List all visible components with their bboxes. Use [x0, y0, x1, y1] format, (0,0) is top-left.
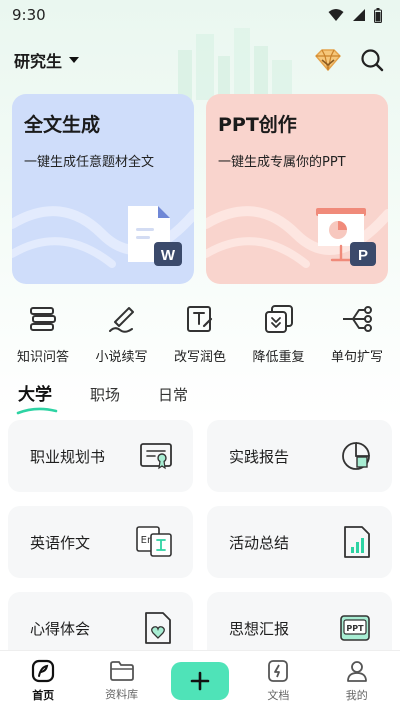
folder-icon	[109, 661, 134, 681]
grade-selector[interactable]: 研究生	[14, 48, 80, 72]
template-practice-report[interactable]: 实践报告	[207, 420, 392, 492]
tab-daily[interactable]: 日常	[158, 384, 188, 413]
feature-cards: 全文生成 一键生成任意题材全文 W PPT创作 一键生成专属你的PPT P	[12, 94, 388, 284]
template-label: 思想汇报	[229, 619, 290, 638]
books-icon	[30, 307, 56, 331]
tool-label: 降低重复	[252, 350, 305, 365]
nav-label: 文档	[267, 689, 290, 702]
tool-label: 知识问答	[16, 350, 69, 365]
word-badge-letter: W	[161, 247, 176, 264]
status-bar: 9:30	[0, 0, 400, 30]
card-subtitle: 一键生成专属你的PPT	[218, 155, 346, 170]
user-icon	[346, 661, 367, 682]
template-label: 活动总结	[229, 533, 290, 552]
wifi-icon	[328, 9, 344, 21]
nav-create[interactable]	[168, 662, 232, 700]
card-subtitle: 一键生成任意题材全文	[24, 155, 155, 170]
tool-label: 小说续写	[95, 350, 148, 365]
certificate-icon	[140, 443, 172, 470]
tab-label: 职场	[90, 386, 121, 404]
tool-rewrite-polish[interactable]: 改写润色	[163, 302, 237, 372]
home-icon	[32, 659, 55, 683]
word-document-icon: W	[128, 206, 182, 266]
tool-knowledge-qa[interactable]: 知识问答	[6, 302, 80, 372]
nav-label: 我的	[345, 689, 368, 702]
tool-label: 改写润色	[173, 350, 226, 365]
bottom-navigation: 首页 资料库 文档 我的	[0, 650, 400, 711]
category-tabs: 大学 职场 日常	[16, 380, 188, 415]
nav-home[interactable]: 首页	[11, 659, 75, 703]
plus-icon	[190, 671, 210, 691]
tool-sentence-expand[interactable]: 单句扩写	[320, 302, 394, 372]
translate-icon: En	[136, 526, 172, 557]
reduce-duplicate-icon	[264, 305, 293, 333]
battery-icon	[374, 7, 382, 23]
nav-docs[interactable]: 文档	[246, 659, 310, 703]
top-header: 研究生	[0, 42, 400, 78]
pen-icon	[108, 307, 134, 333]
heart-doc-icon	[145, 612, 171, 644]
signal-icon	[353, 9, 365, 21]
header-actions	[314, 48, 384, 72]
nav-label: 首页	[32, 689, 55, 702]
active-tab-underline	[16, 407, 58, 415]
template-grid: 职业规划书 实践报告 英语作文 En 活动总结 心得体会 思想汇报 PPT	[8, 420, 392, 664]
ppt-badge-letter: P	[358, 247, 368, 264]
template-label: 实践报告	[229, 447, 290, 466]
tab-label: 日常	[158, 386, 189, 404]
expand-icon	[343, 306, 372, 332]
full-text-generation-card[interactable]: 全文生成 一键生成任意题材全文 W	[12, 94, 194, 284]
tab-university[interactable]: 大学	[16, 380, 58, 415]
diamond-vip-icon[interactable]	[314, 48, 342, 72]
tab-label: 大学	[18, 385, 52, 405]
template-career-plan[interactable]: 职业规划书	[8, 420, 193, 492]
template-label: 心得体会	[30, 619, 91, 638]
nav-mine[interactable]: 我的	[325, 659, 389, 703]
tab-workplace[interactable]: 职场	[90, 384, 120, 413]
ppt-icon: PPT	[340, 615, 370, 641]
grade-label: 研究生	[14, 52, 63, 71]
document-lightning-icon	[268, 660, 289, 682]
ppt-creation-card[interactable]: PPT创作 一键生成专属你的PPT P	[206, 94, 388, 284]
nav-label: 资料库	[105, 688, 139, 701]
status-time: 9:30	[12, 6, 46, 24]
nav-library[interactable]: 资料库	[90, 660, 154, 702]
template-english-essay[interactable]: 英语作文 En	[8, 506, 193, 578]
presentation-board-icon: P	[316, 208, 376, 266]
template-activity-summary[interactable]: 活动总结	[207, 506, 392, 578]
ppt-icon-text: PPT	[346, 624, 364, 633]
template-label: 职业规划书	[30, 447, 106, 466]
create-button[interactable]	[170, 662, 229, 700]
status-icons	[328, 7, 382, 23]
tool-reduce-duplicate[interactable]: 降低重复	[242, 302, 316, 372]
tools-row: 知识问答 小说续写 改写润色 降低重复 单句扩写	[0, 302, 400, 372]
tool-novel-continue[interactable]: 小说续写	[85, 302, 159, 372]
bar-doc-icon	[344, 526, 370, 558]
tool-label: 单句扩写	[330, 350, 383, 365]
text-edit-icon	[187, 306, 213, 332]
card-title: 全文生成	[24, 114, 101, 136]
template-label: 英语作文	[30, 533, 91, 552]
card-title: PPT创作	[218, 114, 297, 136]
caret-down-icon	[69, 57, 80, 63]
report-chart-icon	[342, 442, 370, 470]
search-icon[interactable]	[360, 48, 384, 72]
